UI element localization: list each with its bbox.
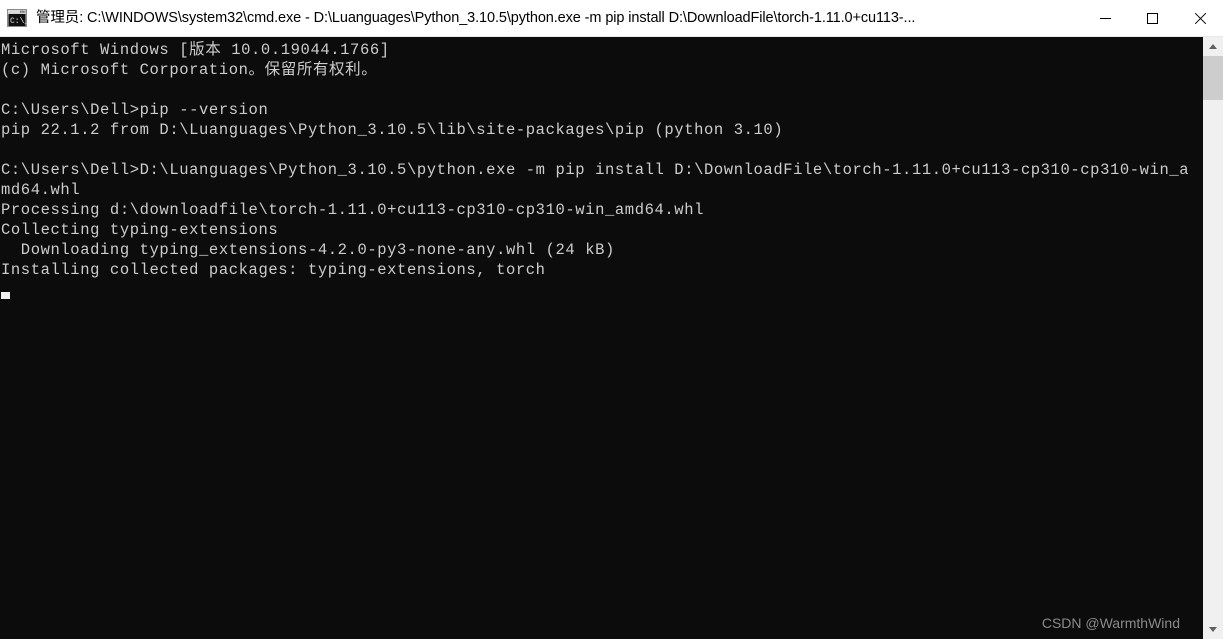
console-line: pip 22.1.2 from D:\Luanguages\Python_3.1…: [1, 121, 784, 139]
console-line: Collecting typing-extensions: [1, 221, 279, 239]
cmd-window: C:\_ 管理员: C:\WINDOWS\system32\cmd.exe - …: [0, 0, 1223, 639]
chevron-down-icon: [1209, 627, 1217, 632]
console-line: md64.whl: [1, 181, 81, 199]
block-cursor: [1, 292, 10, 299]
minimize-button[interactable]: [1082, 0, 1129, 36]
chevron-up-icon: [1209, 44, 1217, 49]
console-line: Microsoft Windows [版本 10.0.19044.1766]: [1, 41, 390, 59]
maximize-icon: [1147, 12, 1158, 24]
console-line: Downloading typing_extensions-4.2.0-py3-…: [1, 241, 615, 259]
title-bar[interactable]: C:\_ 管理员: C:\WINDOWS\system32\cmd.exe - …: [0, 0, 1223, 37]
console-cursor-line: [1, 280, 1202, 300]
console-line: (c) Microsoft Corporation。保留所有权利。: [1, 61, 378, 79]
console-area: Microsoft Windows [版本 10.0.19044.1766] (c…: [0, 37, 1223, 639]
console-line: C:\Users\Dell>pip --version: [1, 101, 269, 119]
cmd-console-icon: C:\_: [7, 9, 29, 27]
console-line: Processing d:\downloadfile\torch-1.11.0+…: [1, 201, 705, 219]
console-line: C:\Users\Dell>D:\Luanguages\Python_3.10.…: [1, 161, 1190, 179]
scrollbar-track[interactable]: [1203, 56, 1223, 620]
title-bar-left: C:\_ 管理员: C:\WINDOWS\system32\cmd.exe - …: [0, 0, 1082, 36]
console-line: Installing collected packages: typing-ex…: [1, 261, 546, 279]
console-output[interactable]: Microsoft Windows [版本 10.0.19044.1766] (c…: [0, 37, 1202, 639]
close-button[interactable]: [1176, 0, 1223, 36]
svg-text:C:\_: C:\_: [10, 17, 27, 26]
close-icon: [1193, 12, 1206, 25]
scrollbar-thumb[interactable]: [1203, 56, 1223, 100]
window-controls: [1082, 0, 1223, 36]
window-title: 管理员: C:\WINDOWS\system32\cmd.exe - D:\Lu…: [36, 10, 916, 26]
scroll-down-button[interactable]: [1203, 620, 1223, 639]
vertical-scrollbar[interactable]: [1202, 37, 1223, 639]
scroll-up-button[interactable]: [1203, 37, 1223, 56]
console-text: Microsoft Windows [版本 10.0.19044.1766] (c…: [1, 40, 1202, 280]
maximize-button[interactable]: [1129, 0, 1176, 36]
minimize-icon: [1100, 17, 1111, 19]
watermark: CSDN @WarmthWind: [1041, 615, 1180, 631]
